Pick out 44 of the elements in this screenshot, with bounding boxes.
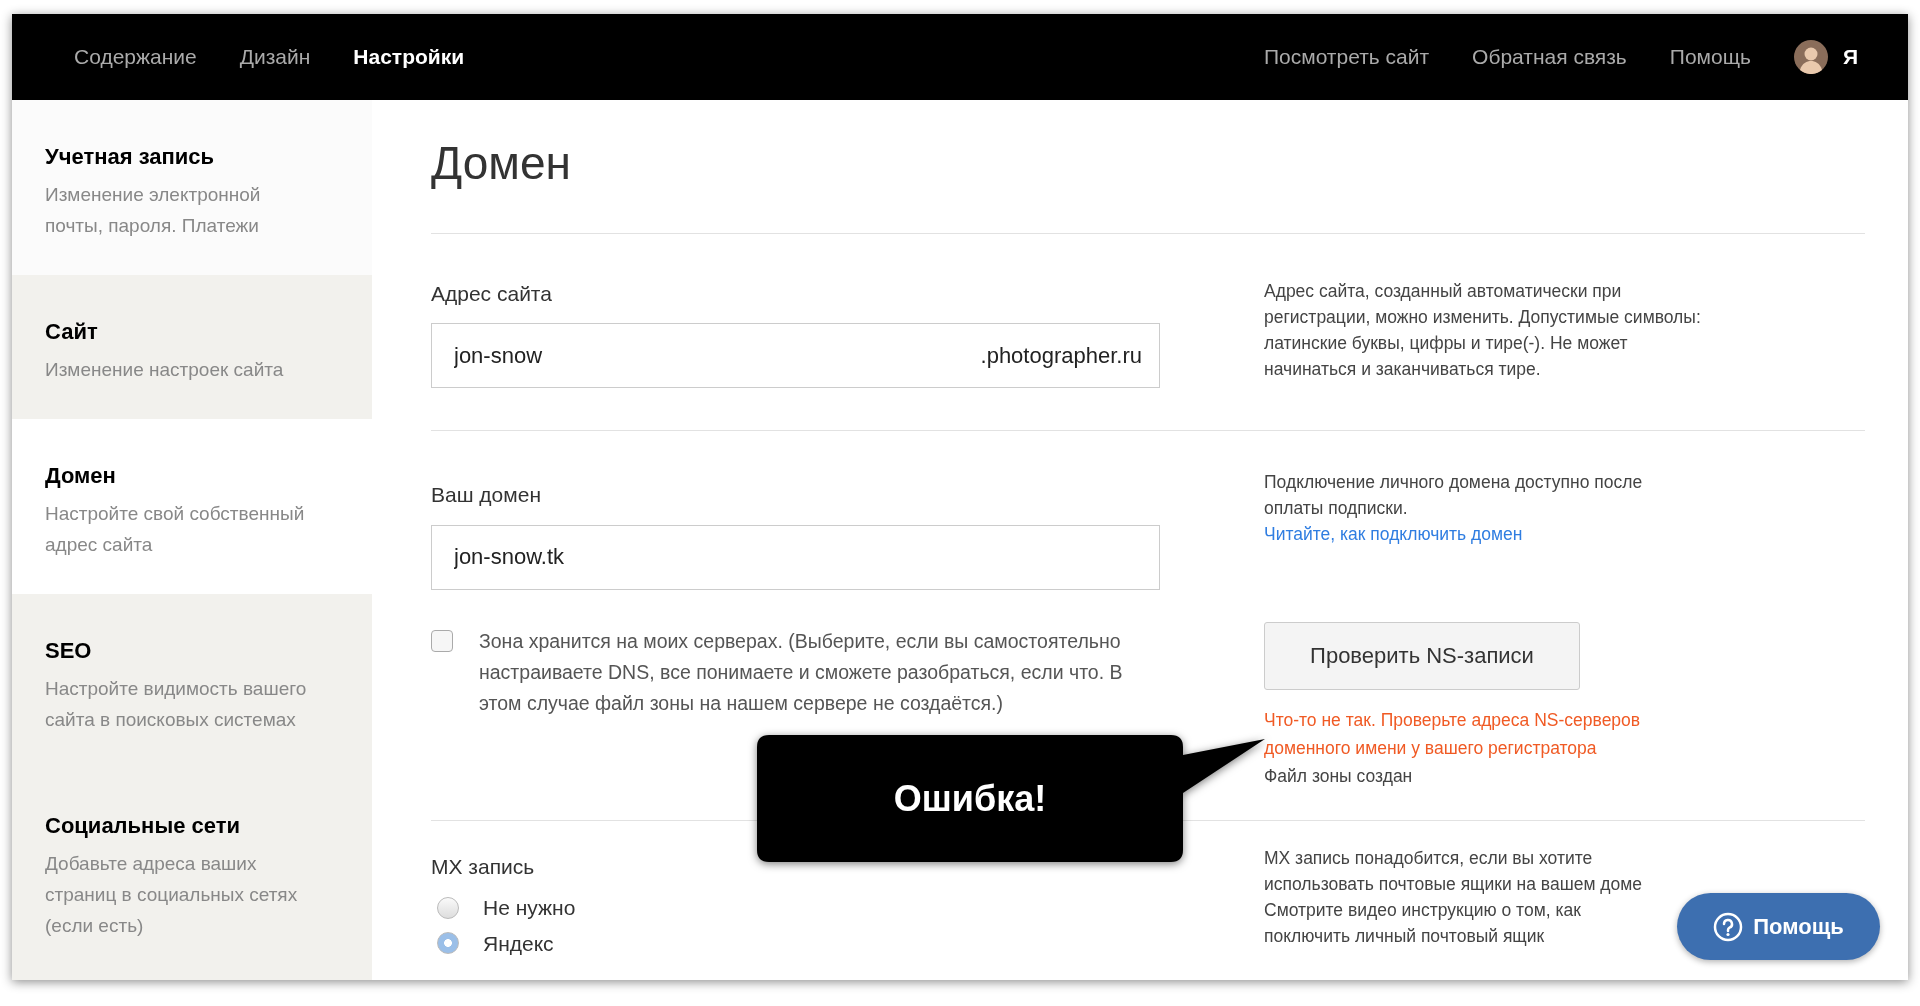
sidebar-item[interactable]: Учетная запись Изменение электронной почты, пароля. Платежи: [12, 100, 372, 275]
domain-suffix: .photographer.ru: [980, 342, 1142, 371]
field-label: Ваш домен: [431, 482, 541, 509]
user-name[interactable]: Я: [1842, 41, 1858, 73]
help-text: Адрес сайта, созданный автоматически при регистрации, можно изменить. Допустимые символы: латинские буквы, цифры и тире(-). Не может начинаться и заканчиваться тире.: [1264, 279, 1702, 381]
radio-label: Яндекс: [483, 930, 554, 957]
nav-link[interactable]: Обратная связь: [1472, 41, 1627, 73]
help-link[interactable]: Читайте, как подключить домен: [1264, 524, 1523, 545]
radio-label: Не нужно: [483, 895, 576, 922]
radio-button[interactable]: [437, 932, 459, 955]
checkbox[interactable]: [431, 629, 453, 652]
sidebar-item-description: Настройте видимость вашего сайта в поисковых системах: [45, 677, 308, 732]
nav-link[interactable]: Посмотреть сайт: [1263, 41, 1430, 73]
help-text: использовать почтовые ящики на вашем доме: [1264, 872, 1644, 896]
help-button-label: Помощь: [1753, 913, 1844, 941]
help-text: поключить личный почтовый ящик: [1264, 924, 1546, 948]
sidebar-item-description: Изменение электронной почты, пароля. Платежи: [45, 183, 262, 238]
help-text: Смотрите видео инструкцию о том, как: [1264, 898, 1582, 922]
sidebar-item[interactable]: Домен Настройте свой собственный адрес сайта: [12, 419, 372, 594]
page-title: Домен: [431, 138, 571, 189]
nav-link[interactable]: Помощь: [1669, 41, 1751, 73]
check-ns-button[interactable]: Проверить NS-записи: [1264, 621, 1580, 690]
field-label: Адрес сайта: [431, 280, 552, 307]
sidebar-item-description: Добавьте адреса ваших страниц в социальных сетях (если есть): [45, 852, 299, 938]
nav-tab[interactable]: Содержание: [74, 41, 197, 73]
help-button[interactable]: Помощь: [1677, 893, 1880, 960]
sidebar-item-description: Настройте свой собственный адрес сайта: [45, 502, 306, 557]
nav-tab[interactable]: Настройки: [353, 41, 465, 73]
checkbox-label: Зона хранится на моих серверах. (Выберите, если вы самостоятельно настраиваете DNS, все понимаете и сможете разобраться, если что. В этом случае файл зоны на нашем сервере не создаётся.): [479, 628, 1124, 716]
sidebar-item-title: Домен: [45, 462, 116, 490]
nav-tab[interactable]: Дизайн: [239, 41, 311, 73]
sidebar-item-title: Учетная запись: [45, 143, 215, 171]
help-text: Подключение личного домена доступно после оплаты подписки.: [1264, 471, 1644, 521]
status-text: Файл зоны создан: [1264, 764, 1414, 788]
sidebar-item-title: Социальные сети: [45, 812, 240, 840]
sidebar-item-description: Изменение настроек сайта: [45, 358, 285, 382]
domain-field[interactable]: jon-snow.tk: [431, 524, 1160, 590]
avatar-icon[interactable]: [1793, 40, 1828, 74]
help-text: MX запись понадобится, если вы хотите: [1264, 846, 1594, 870]
sidebar-item-title: Сайт: [45, 318, 98, 346]
sidebar-item-title: SEO: [45, 637, 92, 665]
radio-button[interactable]: [437, 896, 459, 919]
field-label: MX запись: [431, 853, 535, 880]
help-icon: [1713, 911, 1744, 942]
